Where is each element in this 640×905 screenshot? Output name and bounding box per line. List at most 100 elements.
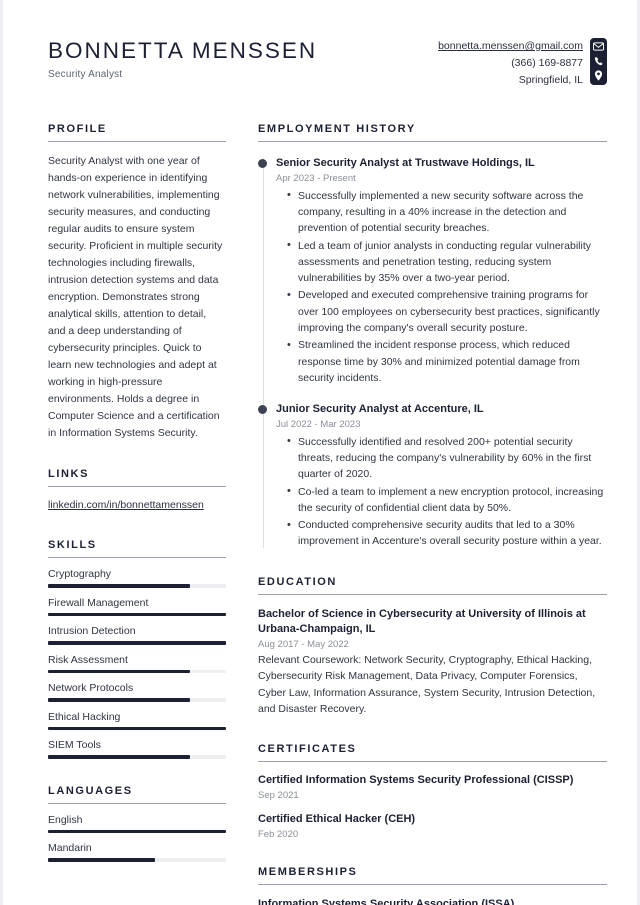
- skill-row: SIEM Tools: [48, 739, 226, 759]
- job-role: Junior Security Analyst at Accenture, IL: [276, 403, 484, 416]
- certificate-date: Sep 2021: [258, 790, 299, 802]
- education-description: Relevant Coursework: Network Security, C…: [258, 654, 596, 715]
- language-bar-track: [48, 858, 226, 862]
- skill-label: Network Protocols: [48, 682, 134, 694]
- skill-bar-fill: [48, 726, 226, 730]
- skill-row: Risk Assessment: [48, 653, 226, 673]
- certificate-date: Feb 2020: [258, 829, 299, 841]
- contact-email-link[interactable]: bonnetta.menssen@gmail.com: [438, 40, 583, 52]
- timeline-dot-icon: [258, 159, 267, 168]
- skill-label: Risk Assessment: [48, 653, 128, 666]
- section-heading-languages: LANGUAGES: [48, 785, 226, 804]
- section-certificates: CERTIFICATES Certified Information Syste…: [258, 743, 607, 840]
- job-bullet: Streamlined the incident response proces…: [287, 337, 607, 386]
- job-date: Jul 2022 - Mar 2023: [276, 418, 361, 430]
- job-bullet: Successfully implemented a new security …: [287, 187, 607, 237]
- job-bullet: Developed and executed comprehensive tra…: [287, 287, 607, 336]
- language-bar-fill: [48, 829, 226, 833]
- certificate-title: Certified Information Systems Security P…: [258, 774, 574, 787]
- skill-bar-track: [48, 755, 226, 759]
- skill-row: Intrusion Detection: [48, 625, 226, 645]
- map-pin-icon: [594, 70, 603, 81]
- skill-bar-fill: [48, 669, 191, 673]
- resume-page: BONNETTA MENSSEN Security Analyst bonnet…: [0, 0, 640, 905]
- section-heading-education: EDUCATION: [258, 576, 607, 595]
- job-bullet: Co-led a team to implement a new encrypt…: [287, 483, 607, 517]
- contact-lines: bonnetta.menssen@gmail.com (366) 169-887…: [438, 38, 583, 89]
- skill-label: Intrusion Detection: [48, 625, 136, 637]
- section-employment: EMPLOYMENT HISTORY Senior Security Analy…: [258, 123, 607, 550]
- section-profile: PROFILE Security Analyst with one year o…: [48, 123, 226, 442]
- job-bullet: Led a team of junior analysts in conduct…: [287, 237, 607, 287]
- section-heading-profile: PROFILE: [48, 123, 226, 142]
- employment-entry: Junior Security Analyst at Accenture, IL…: [258, 402, 607, 550]
- envelope-icon: [593, 42, 604, 51]
- education-date: Aug 2017 - May 2022: [258, 639, 349, 651]
- skill-row: Ethical Hacking: [48, 710, 226, 730]
- profile-text: Security Analyst with one year of hands-…: [48, 155, 223, 439]
- language-bar-track: [48, 829, 226, 833]
- section-education: EDUCATION Bachelor of Science in Cyberse…: [258, 576, 607, 717]
- skill-label: Ethical Hacking: [48, 710, 121, 723]
- skill-label: SIEM Tools: [48, 739, 101, 751]
- resume-header: BONNETTA MENSSEN Security Analyst bonnet…: [3, 0, 637, 89]
- language-bar-fill: [48, 858, 155, 862]
- skill-label: Cryptography: [48, 568, 112, 580]
- phone-icon: [594, 56, 604, 66]
- contact-phone: (366) 169-8877: [511, 57, 583, 69]
- section-heading-employment: EMPLOYMENT HISTORY: [258, 123, 607, 142]
- skill-bar-track: [48, 612, 226, 616]
- education-title: Bachelor of Science in Cybersecurity at …: [258, 607, 586, 635]
- language-label: English: [48, 813, 83, 826]
- skills-list: Cryptography Firewall Management Intrusi…: [48, 568, 226, 759]
- section-languages: LANGUAGES English Mandarin: [48, 785, 226, 862]
- membership-entry: Information Systems Security Association…: [258, 897, 607, 905]
- language-row: Mandarin: [48, 842, 226, 862]
- section-skills: SKILLS Cryptography Firewall Management …: [48, 539, 226, 759]
- right-column: EMPLOYMENT HISTORY Senior Security Analy…: [226, 123, 607, 905]
- certificate-entry: Certified Information Systems Security P…: [258, 773, 607, 801]
- skill-label: Firewall Management: [48, 596, 149, 609]
- skill-bar-fill: [48, 698, 191, 702]
- job-date: Apr 2023 - Present: [276, 172, 356, 184]
- skill-bar-fill: [48, 755, 191, 759]
- contact-email-row: bonnetta.menssen@gmail.com: [438, 38, 583, 55]
- name-block: BONNETTA MENSSEN Security Analyst: [48, 32, 317, 80]
- skill-bar-track: [48, 726, 226, 730]
- link-item[interactable]: linkedin.com/in/bonnettamenssen: [48, 499, 204, 511]
- languages-list: English Mandarin: [48, 814, 226, 862]
- skill-bar-track: [48, 669, 226, 673]
- job-bullets: Successfully identified and resolved 200…: [276, 433, 607, 550]
- employment-timeline: Senior Security Analyst at Trustwave Hol…: [258, 156, 607, 550]
- job-subtitle: Security Analyst: [48, 69, 123, 81]
- membership-title: Information Systems Security Association…: [258, 898, 515, 905]
- certificate-title: Certified Ethical Hacker (CEH): [258, 813, 416, 826]
- left-column: PROFILE Security Analyst with one year o…: [48, 123, 226, 871]
- language-label: Mandarin: [48, 842, 92, 854]
- skill-bar-track: [48, 584, 226, 588]
- skill-row: Cryptography: [48, 568, 226, 588]
- job-bullet: Successfully identified and resolved 200…: [287, 433, 607, 483]
- section-heading-skills: SKILLS: [48, 539, 226, 558]
- skill-bar-fill: [48, 641, 226, 645]
- page-title: BONNETTA MENSSEN: [48, 38, 318, 63]
- skill-bar-fill: [48, 584, 191, 588]
- section-heading-memberships: MEMBERSHIPS: [258, 866, 607, 886]
- section-links: LINKS linkedin.com/in/bonnettamenssen: [48, 468, 226, 513]
- resume-body: PROFILE Security Analyst with one year o…: [3, 123, 637, 905]
- contact-icon-panel: [590, 38, 607, 85]
- job-bullet: Conducted comprehensive security audits …: [287, 517, 607, 550]
- skill-bar-track: [48, 641, 226, 645]
- language-row: English: [48, 813, 226, 833]
- section-heading-certificates: CERTIFICATES: [258, 743, 607, 763]
- skill-bar-fill: [48, 612, 226, 616]
- contact-block: bonnetta.menssen@gmail.com (366) 169-887…: [438, 32, 607, 89]
- timeline-dot-icon: [258, 405, 267, 415]
- education-entry: Bachelor of Science in Cybersecurity at …: [258, 607, 607, 717]
- skill-row: Firewall Management: [48, 596, 226, 616]
- contact-location: Springfield, IL: [518, 74, 583, 86]
- job-role: Senior Security Analyst at Trustwave Hol…: [276, 157, 535, 169]
- job-bullets: Successfully implemented a new security …: [276, 187, 607, 386]
- certificate-entry: Certified Ethical Hacker (CEH) Feb 2020: [258, 812, 607, 840]
- section-memberships: MEMBERSHIPS Information Systems Security…: [258, 866, 607, 905]
